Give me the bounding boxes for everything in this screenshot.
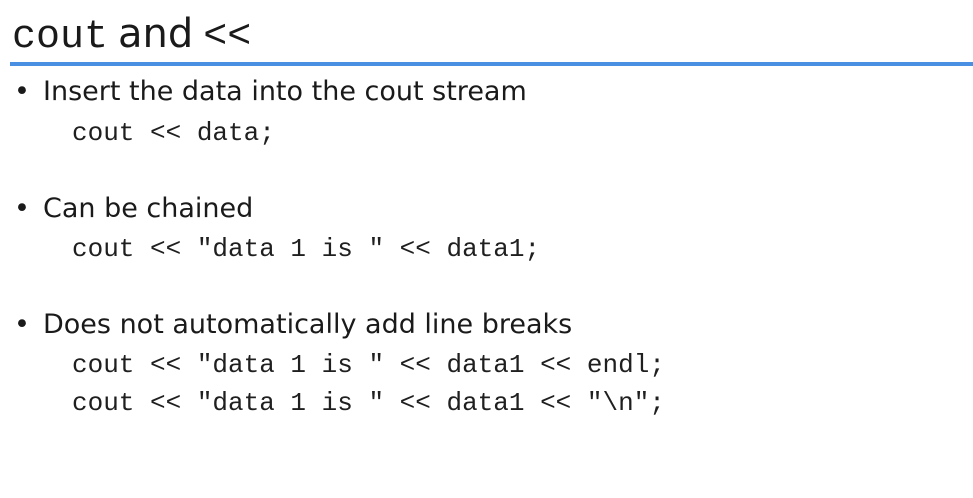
bullet-item-insert: • Insert the data into the cout stream [14,75,527,109]
bullet-item-line-breaks: • Does not automatically add line breaks [14,308,572,342]
code-line: cout << "data 1 is " << data1 << "\n"; [72,388,665,418]
bullet-text: Insert the data into the cout stream [43,76,527,107]
code-line: cout << "data 1 is " << data1; [72,234,541,264]
title-code-cout: cout [12,15,109,60]
bullet-dot-icon: • [14,193,30,224]
code-line: cout << data; [72,118,275,148]
slide-title: cout and << [12,6,251,62]
title-underline-rule [10,62,973,66]
bullet-dot-icon: • [14,76,30,107]
title-word-and: and [118,11,194,57]
bullet-text: Can be chained [43,193,254,224]
title-code-operator: << [203,15,252,60]
bullet-dot-icon: • [14,309,30,340]
bullet-text: Does not automatically add line breaks [43,309,573,340]
code-line: cout << "data 1 is " << data1 << endl; [72,350,665,380]
bullet-item-chained: • Can be chained [14,192,253,226]
